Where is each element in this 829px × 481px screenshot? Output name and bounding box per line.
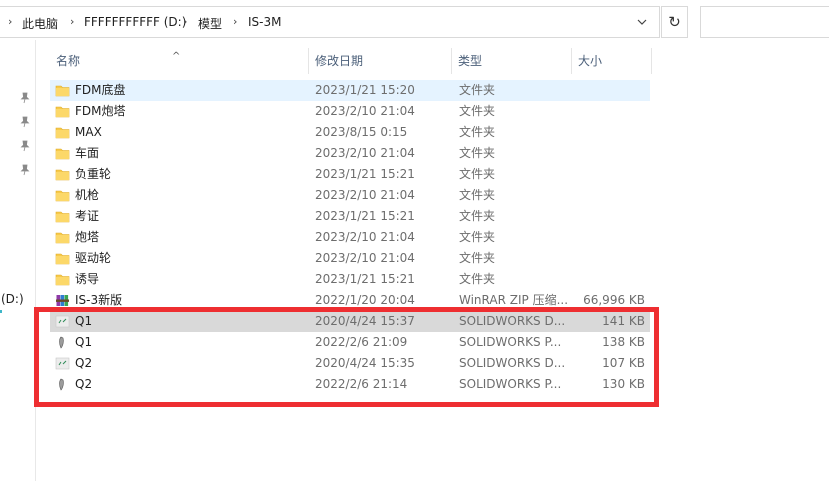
file-type: 文件夹	[459, 83, 496, 97]
file-modified-date: 2023/1/21 15:21	[315, 167, 415, 181]
file-row[interactable]: 炮塔 2023/2/10 21:04 文件夹	[50, 227, 650, 248]
file-row[interactable]: 考证 2023/1/21 15:21 文件夹	[50, 206, 650, 227]
file-row[interactable]: FDM底盘 2023/1/21 15:20 文件夹	[50, 80, 650, 101]
column-header-type[interactable]: 类型	[452, 48, 572, 74]
chevron-down-icon[interactable]	[634, 14, 650, 30]
column-header-date-label: 修改日期	[315, 54, 364, 68]
file-type: 文件夹	[459, 125, 496, 139]
file-modified-date: 2023/1/21 15:21	[315, 272, 415, 286]
file-type: 文件夹	[459, 104, 496, 118]
file-row[interactable]: FDM炮塔 2023/2/10 21:04 文件夹	[50, 101, 650, 122]
breadcrumb-drive-d[interactable]: FFFFFFFFFFF (D:)	[84, 15, 186, 29]
file-name: 负重轮	[75, 167, 112, 181]
folder-icon	[55, 251, 70, 266]
file-row[interactable]: MAX 2023/8/15 0:15 文件夹	[50, 122, 650, 143]
file-modified-date: 2023/1/21 15:21	[315, 209, 415, 223]
folder-icon	[55, 272, 70, 287]
file-modified-date: 2023/2/10 21:04	[315, 104, 415, 118]
breadcrumb-models[interactable]: 模型	[198, 15, 222, 32]
file-type: 文件夹	[459, 251, 496, 265]
file-modified-date: 2023/2/10 21:04	[315, 230, 415, 244]
chevron-right-icon[interactable]: ›	[233, 15, 237, 28]
file-type: 文件夹	[459, 146, 496, 160]
winrar-icon	[55, 293, 70, 308]
column-header-type-label: 类型	[458, 54, 483, 68]
file-modified-date: 2023/2/10 21:04	[315, 146, 415, 160]
pin-icon	[20, 164, 30, 176]
search-input[interactable]	[700, 6, 829, 38]
file-modified-date: 2023/1/21 15:20	[315, 83, 415, 97]
folder-icon	[55, 83, 70, 98]
file-name: 机枪	[75, 188, 100, 202]
file-name: 诱导	[75, 272, 100, 286]
file-name: FDM底盘	[75, 83, 126, 97]
breadcrumb-is-3m[interactable]: IS-3M	[248, 15, 281, 29]
file-row[interactable]: 机枪 2023/2/10 21:04 文件夹	[50, 185, 650, 206]
column-header-date[interactable]: 修改日期	[309, 48, 452, 74]
folder-icon	[55, 209, 70, 224]
file-modified-date: 2023/2/10 21:04	[315, 188, 415, 202]
file-type: 文件夹	[459, 230, 496, 244]
file-type: 文件夹	[459, 209, 496, 223]
chevron-right-icon: ›	[8, 15, 13, 28]
breadcrumb-this-pc[interactable]: 此电脑	[22, 15, 58, 32]
navigation-pane: (D:)	[0, 40, 36, 481]
nav-item-drive-d[interactable]: (D:)	[1, 292, 24, 306]
file-row[interactable]: 负重轮 2023/1/21 15:21 文件夹	[50, 164, 650, 185]
column-header-size[interactable]: 大小	[572, 48, 652, 74]
file-row[interactable]: 驱动轮 2023/2/10 21:04 文件夹	[50, 248, 650, 269]
pin-icon	[20, 140, 30, 152]
file-name: 车面	[75, 146, 100, 160]
file-row[interactable]: 车面 2023/2/10 21:04 文件夹	[50, 143, 650, 164]
column-header-name-label: 名称	[56, 54, 81, 68]
column-header-size-label: 大小	[578, 54, 603, 68]
column-header: 名称 ^ 修改日期 类型 大小	[50, 48, 655, 74]
pin-icon	[20, 116, 30, 128]
folder-icon	[55, 167, 70, 182]
column-header-name[interactable]: 名称 ^	[50, 48, 309, 74]
folder-icon	[55, 104, 70, 119]
folder-icon	[55, 146, 70, 161]
highlight-annotation-box	[34, 307, 659, 407]
file-name: 炮塔	[75, 230, 100, 244]
file-row[interactable]: 诱导 2023/1/21 15:21 文件夹	[50, 269, 650, 290]
file-type: 文件夹	[459, 167, 496, 181]
file-name: FDM炮塔	[75, 104, 126, 118]
nav-indicator	[0, 310, 2, 313]
pin-icon	[20, 92, 30, 104]
refresh-icon: ↻	[668, 13, 681, 31]
file-name: 驱动轮	[75, 251, 112, 265]
refresh-button[interactable]: ↻	[661, 6, 688, 38]
chevron-right-icon[interactable]: ›	[183, 15, 187, 28]
file-type: 文件夹	[459, 188, 496, 202]
folder-icon	[55, 125, 70, 140]
file-modified-date: 2023/8/15 0:15	[315, 125, 408, 139]
folder-icon	[55, 230, 70, 245]
file-name: 考证	[75, 209, 100, 223]
file-modified-date: 2023/2/10 21:04	[315, 251, 415, 265]
address-bar[interactable]: › 此电脑 › FFFFFFFFFFF (D:) › 模型 › IS-3M	[0, 6, 660, 38]
file-type: 文件夹	[459, 272, 496, 286]
folder-icon	[55, 188, 70, 203]
sort-ascending-icon: ^	[172, 51, 181, 62]
file-name: MAX	[75, 125, 102, 139]
chevron-right-icon[interactable]: ›	[70, 15, 74, 28]
